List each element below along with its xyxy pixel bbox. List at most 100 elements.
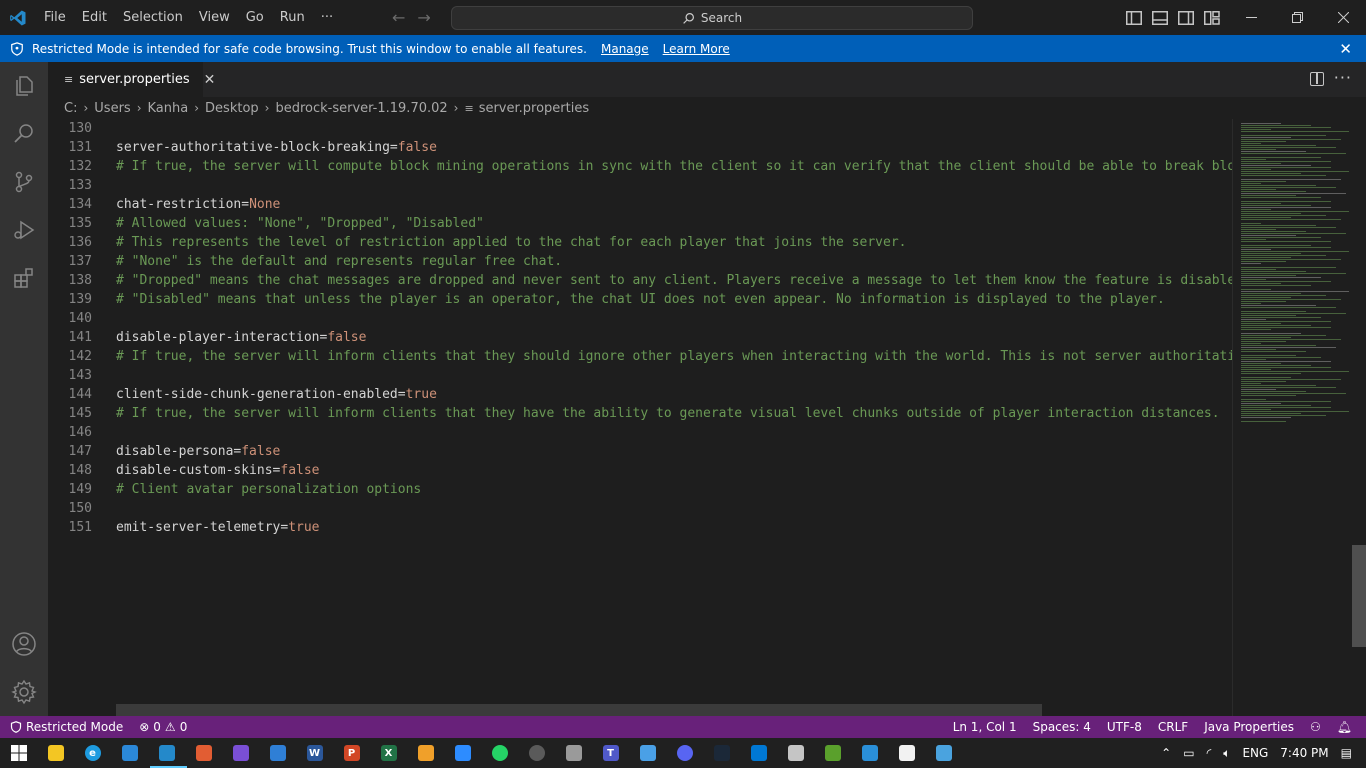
code-line[interactable]: 132 # If true, the server will compute bl… <box>48 157 1232 176</box>
menu-edit[interactable]: Edit <box>74 0 115 35</box>
menu-selection[interactable]: Selection <box>115 0 191 35</box>
vertical-scrollbar[interactable] <box>1352 119 1366 716</box>
code-line[interactable]: 151 emit-server-telemetry=true <box>48 518 1232 537</box>
accounts-button[interactable] <box>0 620 48 668</box>
close-tab-icon[interactable]: ✕ <box>204 72 216 88</box>
wifi-icon[interactable]: ◜ <box>1207 746 1212 760</box>
breadcrumb-item[interactable]: bedrock-server-1.19.70.02 <box>275 101 447 116</box>
obs-icon[interactable] <box>518 738 555 768</box>
search-view-button[interactable] <box>0 110 48 158</box>
language-indicator[interactable]: ENG <box>1242 746 1268 760</box>
vpn-icon[interactable] <box>851 738 888 768</box>
photos-icon[interactable] <box>740 738 777 768</box>
more-actions-icon[interactable]: ··· <box>1334 68 1352 87</box>
code-line[interactable]: 140 <box>48 309 1232 328</box>
menu-view[interactable]: View <box>191 0 238 35</box>
command-center-search[interactable]: Search <box>451 6 973 30</box>
learn-more-link[interactable]: Learn More <box>663 42 730 56</box>
restore-button[interactable] <box>1274 0 1320 35</box>
code-line[interactable]: 142 # If true, the server will inform cli… <box>48 347 1232 366</box>
remote-desktop-icon[interactable] <box>629 738 666 768</box>
scrollbar-thumb[interactable] <box>1352 545 1366 647</box>
breadcrumb-item[interactable]: server.properties <box>479 101 589 116</box>
edge-icon[interactable]: e <box>74 738 111 768</box>
breadcrumb-item[interactable]: Users <box>94 101 130 116</box>
extensions-button[interactable] <box>0 254 48 302</box>
cursor-position[interactable]: Ln 1, Col 1 <box>953 720 1017 734</box>
breadcrumb-item[interactable]: Kanha <box>148 101 189 116</box>
mail-icon[interactable] <box>259 738 296 768</box>
encoding[interactable]: UTF-8 <box>1107 720 1142 734</box>
explorer-button[interactable] <box>0 62 48 110</box>
notifications-bell-icon[interactable]: 🔔︎ <box>1337 720 1352 734</box>
code-line[interactable]: 148 disable-custom-skins=false <box>48 461 1232 480</box>
code-line[interactable]: 136 # This represents the level of restri… <box>48 233 1232 252</box>
line-endings[interactable]: CRLF <box>1158 720 1188 734</box>
source-control-button[interactable] <box>0 158 48 206</box>
clipchamp-icon[interactable] <box>222 738 259 768</box>
discord-icon[interactable] <box>666 738 703 768</box>
volume-icon[interactable]: 🔈︎ <box>1223 746 1230 761</box>
code-line[interactable]: 135 # Allowed values: "None", "Dropped", … <box>48 214 1232 233</box>
code-line[interactable]: 139 # "Disabled" means that unless the pl… <box>48 290 1232 309</box>
powerpoint-icon[interactable]: P <box>333 738 370 768</box>
customize-layout-icon[interactable] <box>1204 10 1220 25</box>
settings-icon[interactable] <box>777 738 814 768</box>
code-line[interactable]: 149 # Client avatar personalization optio… <box>48 480 1232 499</box>
files-icon[interactable] <box>407 738 444 768</box>
breadcrumb-item[interactable]: C: <box>64 101 77 116</box>
explorer-icon[interactable] <box>37 738 74 768</box>
code-line[interactable]: 130 <box>48 119 1232 138</box>
chevron-up-icon[interactable]: ⌃ <box>1161 746 1171 760</box>
store-icon[interactable] <box>111 738 148 768</box>
code-line[interactable]: 147 disable-persona=false <box>48 442 1232 461</box>
clock[interactable]: 7:40 PM <box>1280 746 1328 760</box>
menu-more[interactable]: ··· <box>313 0 341 35</box>
minimap[interactable] <box>1232 119 1352 716</box>
teams-icon[interactable]: T <box>592 738 629 768</box>
vscode-icon[interactable] <box>148 738 185 768</box>
language-mode[interactable]: Java Properties <box>1204 720 1294 734</box>
indentation[interactable]: Spaces: 4 <box>1033 720 1091 734</box>
battery-icon[interactable]: ▭ <box>1183 746 1194 760</box>
manage-link[interactable]: Manage <box>601 42 649 56</box>
notification-center-icon[interactable]: ▤ <box>1341 746 1352 760</box>
split-editor-icon[interactable] <box>1310 72 1324 86</box>
tab-server-properties[interactable]: ≡ server.properties ✕ <box>48 62 215 97</box>
office-icon[interactable] <box>185 738 222 768</box>
shield-app-icon[interactable] <box>888 738 925 768</box>
menu-go[interactable]: Go <box>238 0 272 35</box>
run-and-debug-button[interactable] <box>0 206 48 254</box>
code-line[interactable]: 134 chat-restriction=None <box>48 195 1232 214</box>
code-line[interactable]: 133 <box>48 176 1232 195</box>
feedback-icon[interactable]: ⚇ <box>1310 720 1321 734</box>
start-button[interactable] <box>0 738 37 768</box>
code-line[interactable]: 144 client-side-chunk-generation-enabled=… <box>48 385 1232 404</box>
menu-run[interactable]: Run <box>272 0 313 35</box>
back-arrow-icon[interactable]: ← <box>392 8 405 27</box>
forward-arrow-icon[interactable]: → <box>417 8 430 27</box>
code-line[interactable]: 150 <box>48 499 1232 518</box>
minimize-button[interactable] <box>1228 0 1274 35</box>
excel-icon[interactable]: X <box>370 738 407 768</box>
restricted-mode-status[interactable]: Restricted Mode <box>0 716 132 738</box>
manage-settings-button[interactable] <box>0 668 48 716</box>
menu-file[interactable]: File <box>36 0 74 35</box>
toggle-panel-icon[interactable] <box>1152 10 1168 25</box>
close-banner-icon[interactable]: ✕ <box>1339 40 1352 58</box>
zoom-icon[interactable] <box>444 738 481 768</box>
problems-status[interactable]: ⊗ 0 ⚠ 0 <box>131 720 195 734</box>
whatsapp-icon[interactable] <box>481 738 518 768</box>
code-line[interactable]: 141 disable-player-interaction=false <box>48 328 1232 347</box>
close-window-button[interactable] <box>1320 0 1366 35</box>
steam-icon[interactable] <box>703 738 740 768</box>
code-line[interactable]: 146 <box>48 423 1232 442</box>
usb-icon[interactable] <box>555 738 592 768</box>
code-line[interactable]: 131 server-authoritative-block-breaking=f… <box>48 138 1232 157</box>
toggle-primary-sidebar-icon[interactable] <box>1126 10 1142 25</box>
toggle-secondary-sidebar-icon[interactable] <box>1178 10 1194 25</box>
code-line[interactable]: 145 # If true, the server will inform cli… <box>48 404 1232 423</box>
notepad-icon[interactable] <box>925 738 962 768</box>
code-line[interactable]: 138 # "Dropped" means the chat messages a… <box>48 271 1232 290</box>
word-icon[interactable]: W <box>296 738 333 768</box>
